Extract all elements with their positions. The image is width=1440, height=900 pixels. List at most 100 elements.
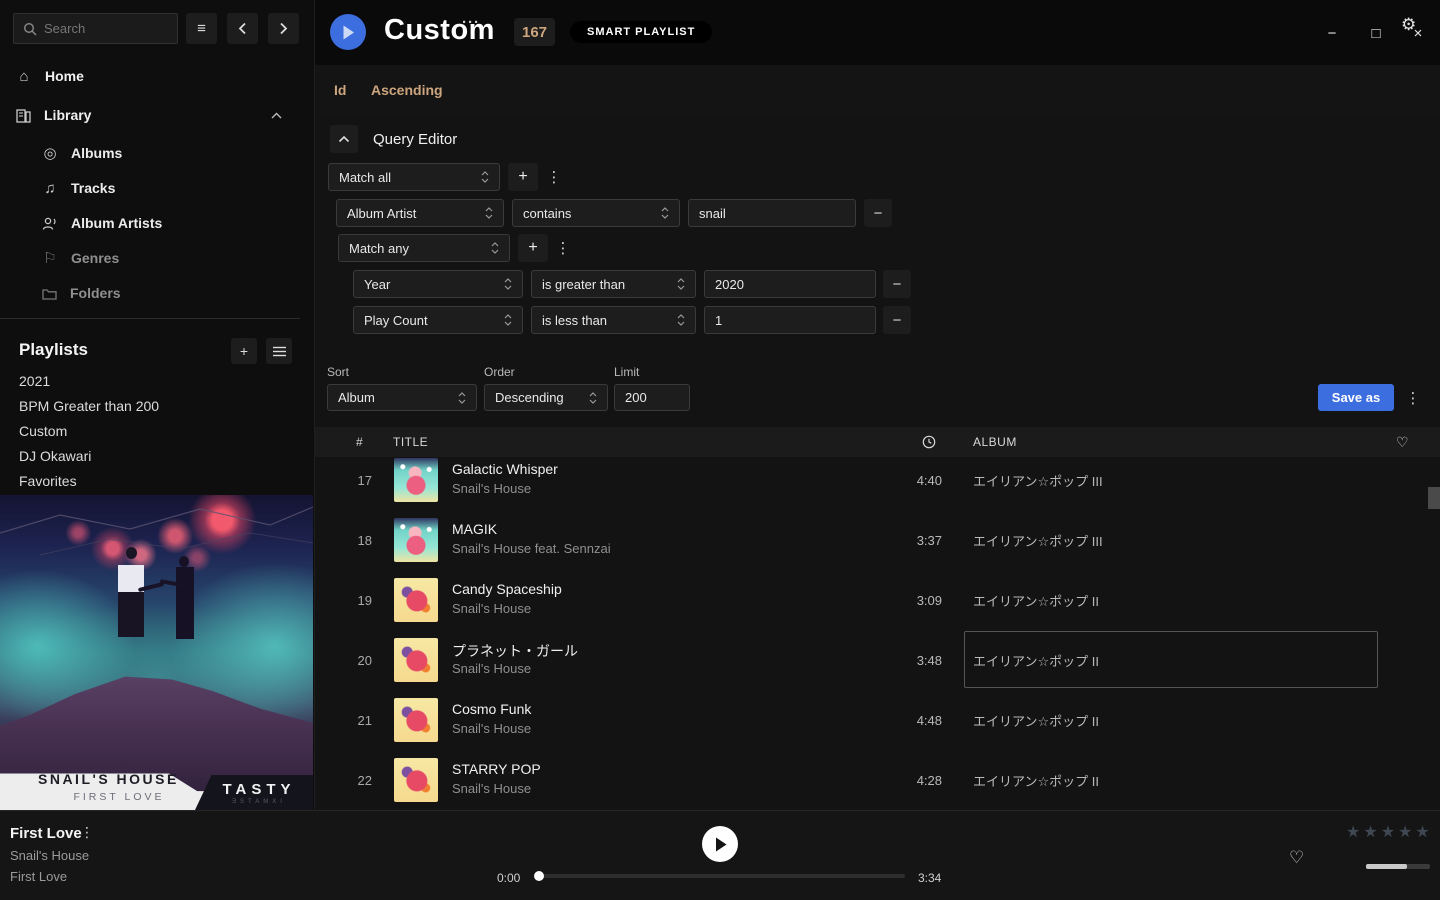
now-playing-menu-button[interactable]: ⋮ xyxy=(80,824,94,841)
forward-button[interactable] xyxy=(268,13,299,44)
table-row[interactable]: 18 MAGIK Snail's House feat. Sennzai 3:3… xyxy=(315,510,1440,570)
rule3-operator-select[interactable]: is less than xyxy=(531,306,696,334)
limit-input[interactable] xyxy=(614,384,690,411)
now-playing-title[interactable]: First Love xyxy=(10,825,82,842)
seek-knob[interactable] xyxy=(534,871,544,881)
track-album[interactable]: エイリアン☆ポップ III xyxy=(973,457,1103,510)
playlist-item-bpm[interactable]: BPM Greater than 200 xyxy=(19,398,289,420)
column-album[interactable]: ALBUM xyxy=(973,435,1017,449)
save-as-button[interactable]: Save as xyxy=(1318,384,1394,411)
seek-bar[interactable] xyxy=(535,874,905,878)
favorite-heart-icon[interactable]: ♡ xyxy=(1289,848,1304,868)
menu-button[interactable]: ≡ xyxy=(186,13,217,44)
rule3-field-select[interactable]: Play Count xyxy=(353,306,523,334)
table-row[interactable]: 17 Galactic Whisper Snail's House 4:40 エ… xyxy=(315,457,1440,510)
sort-field-button[interactable]: Id xyxy=(334,82,346,98)
group2-menu-button[interactable]: ⋮ xyxy=(554,234,572,262)
rule3-value-field[interactable] xyxy=(715,313,865,328)
rule2-remove-button[interactable]: − xyxy=(883,270,911,298)
sidebar-item-library[interactable]: Library xyxy=(0,101,300,129)
track-title[interactable]: プラネット・ガール xyxy=(452,641,578,661)
rating-stars[interactable]: ★★★★★ xyxy=(1346,822,1433,842)
back-button[interactable] xyxy=(227,13,258,44)
playlist-item-dj-okawari[interactable]: DJ Okawari xyxy=(19,448,289,470)
table-row[interactable]: 19 Candy Spaceship Snail's House 3:09 エイ… xyxy=(315,570,1440,630)
rule2-value-input[interactable] xyxy=(704,270,876,298)
play-playlist-button[interactable] xyxy=(330,14,366,50)
chevron-left-icon xyxy=(238,22,247,35)
track-artist[interactable]: Snail's House xyxy=(452,661,531,676)
track-artist[interactable]: Snail's House xyxy=(452,721,531,736)
playlist-item-favorites[interactable]: Favorites xyxy=(19,473,289,495)
rule1-field-select[interactable]: Album Artist xyxy=(336,199,504,227)
table-row-focused[interactable]: 20 プラネット・ガール Snail's House 3:48 エイリアン☆ポッ… xyxy=(315,630,1440,690)
rule3-value-input[interactable] xyxy=(704,306,876,334)
minimize-button[interactable]: − xyxy=(1321,22,1343,44)
track-album[interactable]: エイリアン☆ポップ III xyxy=(973,510,1103,570)
toolbar-more-button[interactable]: ··· xyxy=(462,14,480,31)
rule1-value-input[interactable] xyxy=(688,199,856,227)
add-rule-button-group1[interactable]: + xyxy=(508,163,538,191)
sort-select[interactable]: Album xyxy=(327,384,477,411)
track-title[interactable]: STARRY POP xyxy=(452,761,541,777)
group1-menu-button[interactable]: ⋮ xyxy=(545,163,563,191)
column-title[interactable]: TITLE xyxy=(393,435,428,449)
order-select[interactable]: Descending xyxy=(484,384,608,411)
track-title[interactable]: Cosmo Funk xyxy=(452,701,531,717)
sidebar-item-folders[interactable]: Folders xyxy=(42,280,292,306)
track-artist[interactable]: Snail's House xyxy=(452,481,531,496)
track-count-badge: 167 xyxy=(514,18,555,46)
settings-gear-icon[interactable]: ⚙ xyxy=(1401,15,1416,35)
rule1-operator-select[interactable]: contains xyxy=(512,199,680,227)
albums-label: Albums xyxy=(71,145,122,161)
search-input[interactable] xyxy=(44,21,154,36)
sidebar-item-albums[interactable]: ◎ Albums xyxy=(42,140,292,166)
track-artist[interactable]: Snail's House feat. Sennzai xyxy=(452,541,611,556)
duration-clock-icon[interactable] xyxy=(922,435,936,449)
add-playlist-button[interactable]: + xyxy=(231,338,257,364)
track-album[interactable]: エイリアン☆ポップ II xyxy=(973,750,1099,810)
limit-field[interactable] xyxy=(625,390,679,405)
query-editor-collapse-button[interactable] xyxy=(330,125,358,153)
rule2-value-field[interactable] xyxy=(715,277,865,292)
match-select-group2[interactable]: Match any xyxy=(338,234,510,262)
now-playing-artwork[interactable]: SNAIL'S HOUSE FIRST LOVE TASTY ƎSTAMXI xyxy=(0,495,313,810)
sidebar-item-genres[interactable]: ⚐ Genres xyxy=(42,245,292,271)
track-artist[interactable]: Snail's House xyxy=(452,781,531,796)
track-title[interactable]: MAGIK xyxy=(452,521,497,537)
vertical-scrollbar-thumb[interactable] xyxy=(1428,487,1440,509)
track-title[interactable]: Candy Spaceship xyxy=(452,581,562,597)
table-row[interactable]: 21 Cosmo Funk Snail's House 4:48 エイリアン☆ポ… xyxy=(315,690,1440,750)
track-album[interactable]: エイリアン☆ポップ II xyxy=(973,630,1099,690)
sort-order-button[interactable]: Ascending xyxy=(371,82,443,98)
save-menu-button[interactable]: ⋮ xyxy=(1404,384,1422,411)
collapse-chevron-icon[interactable] xyxy=(271,112,282,119)
search-box[interactable] xyxy=(13,13,178,44)
rule1-remove-button[interactable]: − xyxy=(864,199,892,227)
sidebar-item-album-artists[interactable]: Album Artists xyxy=(42,210,292,236)
rule2-field-select[interactable]: Year xyxy=(353,270,523,298)
now-playing-album[interactable]: First Love xyxy=(10,869,67,884)
volume-slider[interactable] xyxy=(1366,864,1430,869)
sidebar-item-tracks[interactable]: ♫ Tracks xyxy=(42,175,292,201)
maximize-button[interactable]: □ xyxy=(1365,22,1387,44)
track-title[interactable]: Galactic Whisper xyxy=(452,461,558,477)
rule3-remove-button[interactable]: − xyxy=(883,306,911,334)
rule1-value-field[interactable] xyxy=(699,206,845,221)
playlist-item-2021[interactable]: 2021 xyxy=(19,373,289,395)
play-pause-button[interactable] xyxy=(702,826,738,862)
sidebar-item-home[interactable]: ⌂ Home xyxy=(0,62,300,90)
playlist-options-button[interactable] xyxy=(266,338,292,364)
column-index[interactable]: # xyxy=(356,435,363,449)
playlist-item-custom[interactable]: Custom xyxy=(19,423,289,445)
favorite-column-heart-icon[interactable]: ♡ xyxy=(1396,434,1409,451)
now-playing-artist[interactable]: Snail's House xyxy=(10,848,89,863)
match-select-group1[interactable]: Match all xyxy=(328,163,500,191)
track-album[interactable]: エイリアン☆ポップ II xyxy=(973,570,1099,630)
add-rule-button-group2[interactable]: + xyxy=(518,234,548,262)
library-icon xyxy=(16,108,31,123)
table-row[interactable]: 22 STARRY POP Snail's House 4:28 エイリアン☆ポ… xyxy=(315,750,1440,810)
track-album[interactable]: エイリアン☆ポップ II xyxy=(973,690,1099,750)
track-artist[interactable]: Snail's House xyxy=(452,601,531,616)
rule2-operator-select[interactable]: is greater than xyxy=(531,270,696,298)
